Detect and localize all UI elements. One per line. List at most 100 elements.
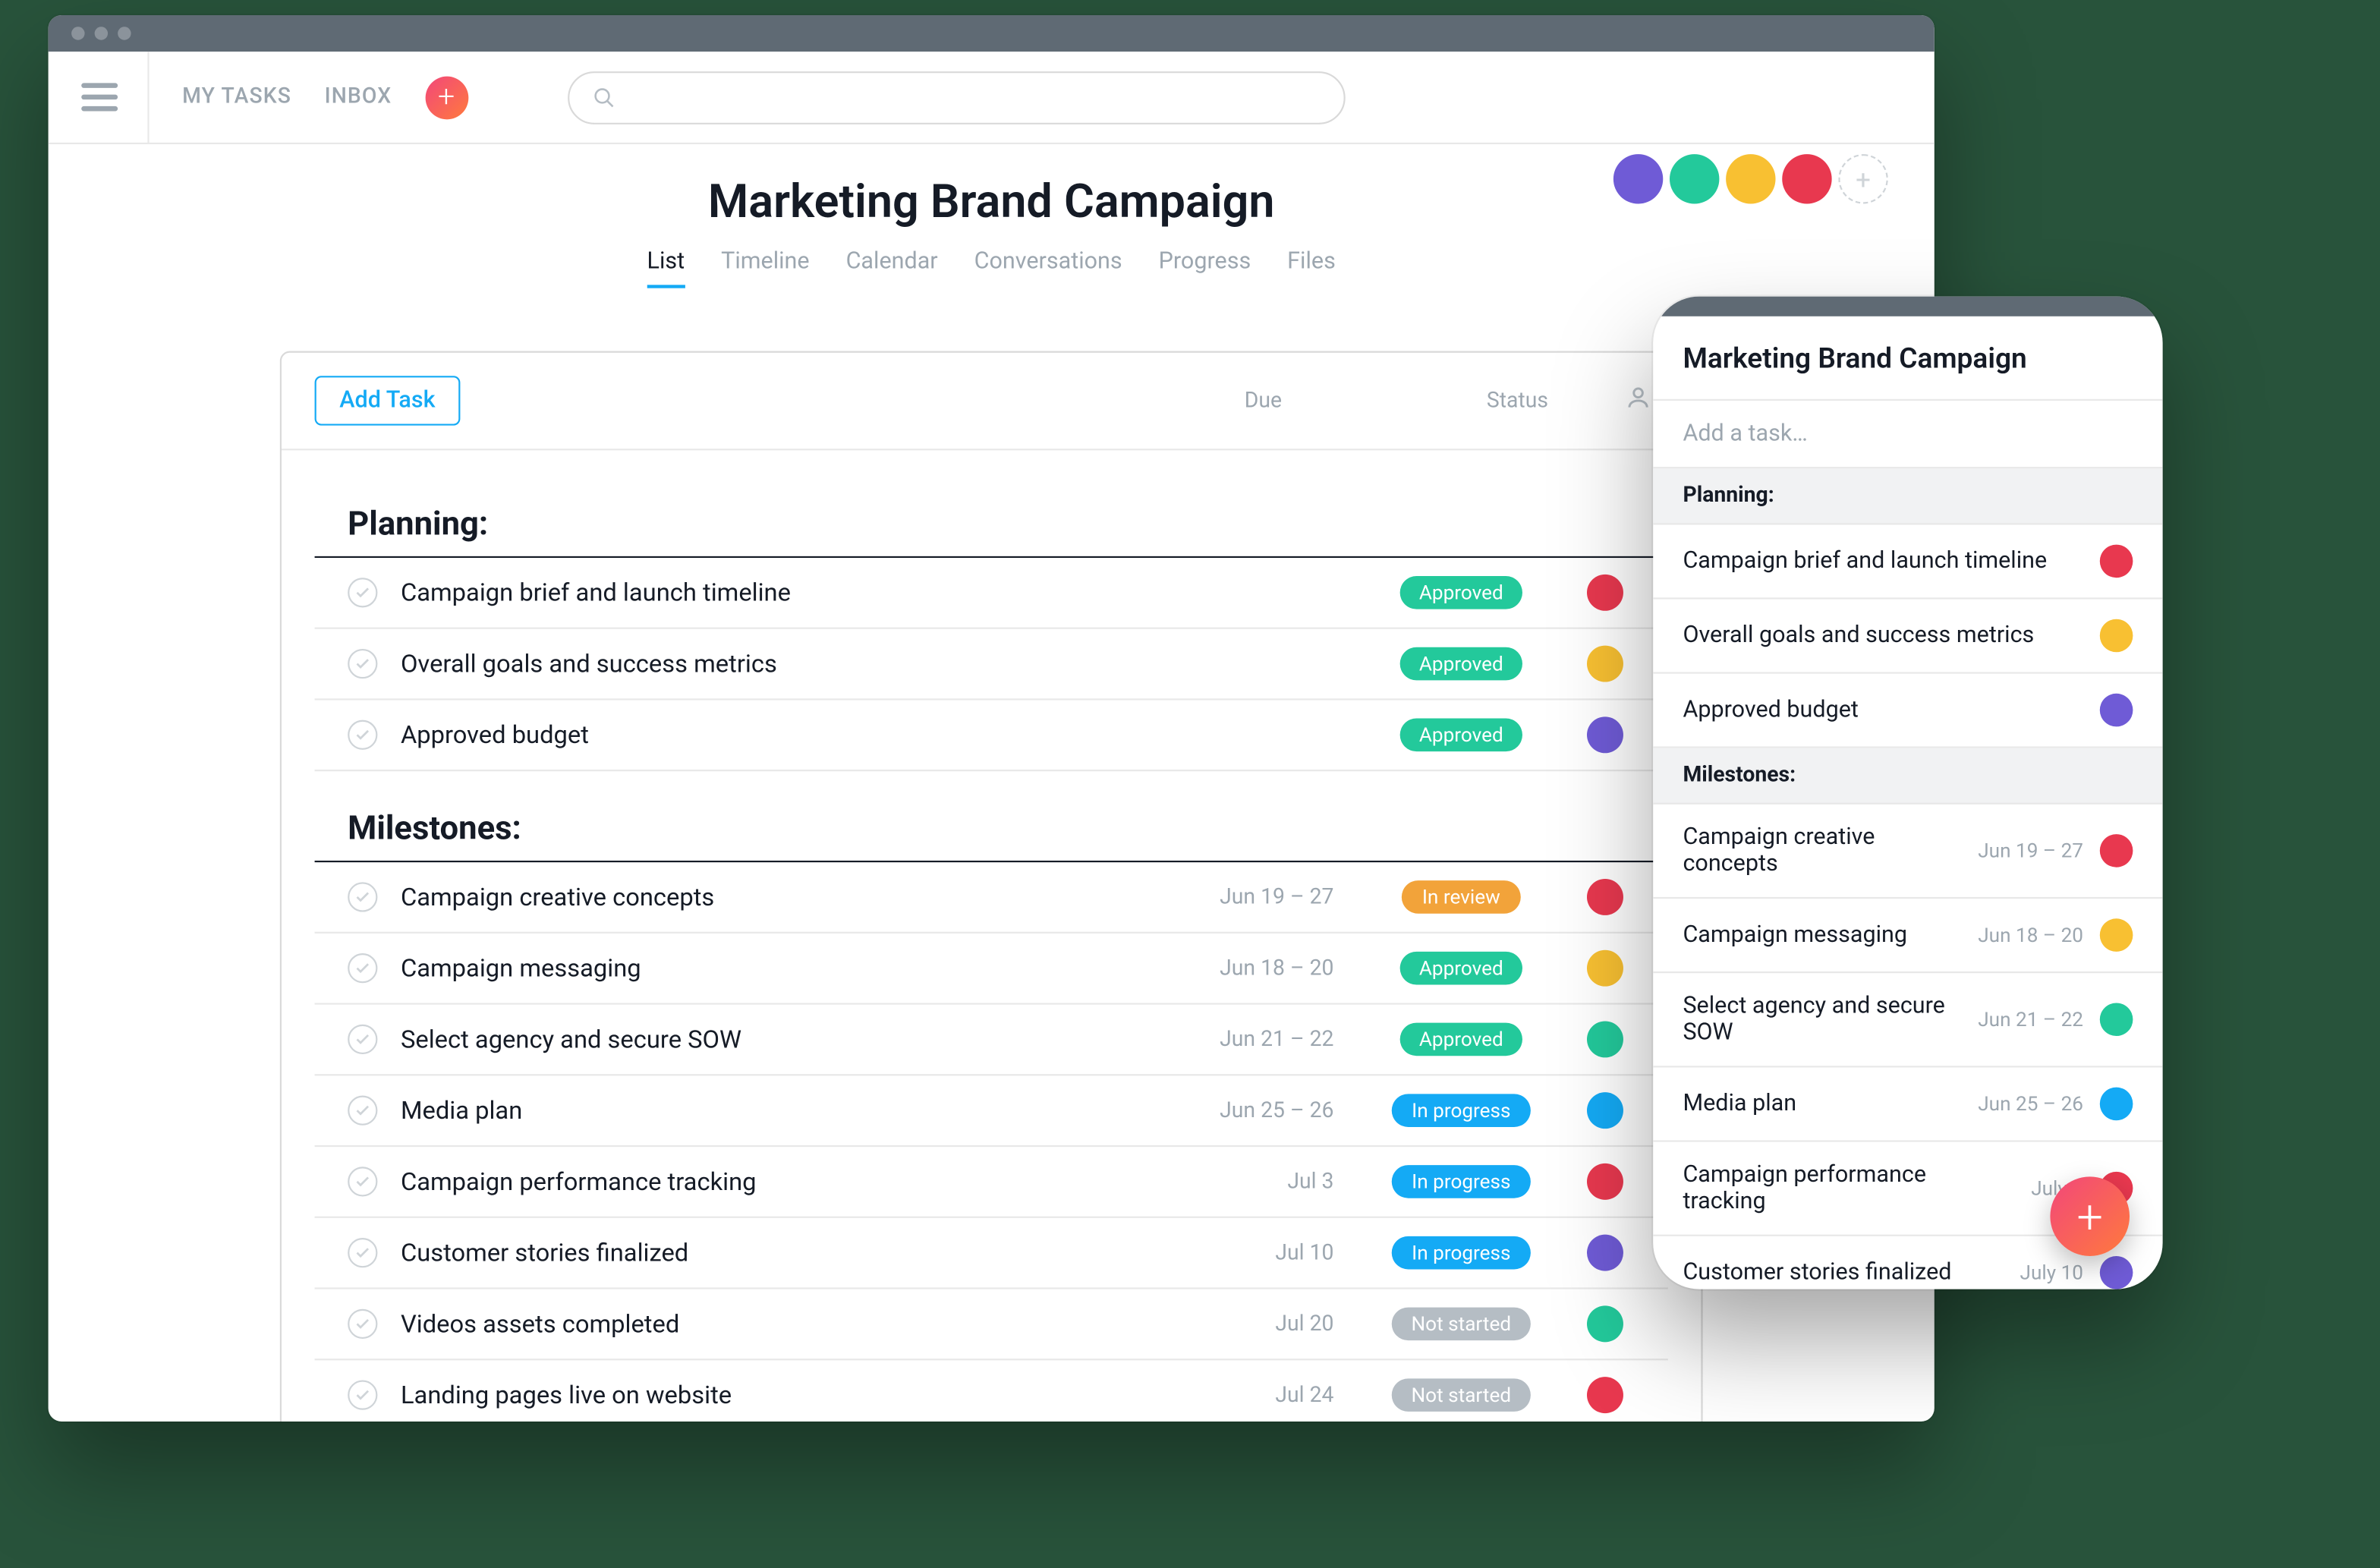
mobile-section-title[interactable]: Planning: — [1653, 468, 2162, 524]
hamburger-menu-icon[interactable] — [81, 51, 149, 143]
member-avatar[interactable] — [1613, 154, 1663, 203]
mobile-task-row[interactable]: Overall goals and success metrics — [1653, 600, 2162, 674]
status-pill[interactable]: In progress — [1392, 1094, 1531, 1127]
task-row[interactable]: Overall goals and success metrics Approve… — [315, 629, 1668, 701]
task-due: Jun 25 – 26 — [1165, 1098, 1347, 1123]
status-pill[interactable]: Not started — [1391, 1378, 1531, 1412]
assignee-avatar[interactable] — [1587, 1021, 1623, 1057]
complete-checkbox[interactable] — [348, 953, 377, 983]
status-pill[interactable]: Approved — [1399, 647, 1523, 681]
status-pill[interactable]: In review — [1402, 880, 1520, 914]
task-row[interactable]: Campaign messaging Jun 18 – 20 Approved — [315, 934, 1668, 1005]
assignee-avatar[interactable] — [1587, 1235, 1623, 1271]
complete-checkbox[interactable] — [348, 882, 377, 912]
mobile-assignee-avatar[interactable] — [2100, 694, 2133, 727]
add-task-button[interactable]: Add Task — [315, 376, 461, 425]
task-row[interactable]: Campaign performance trackingJul 3In pro… — [315, 1147, 1668, 1218]
assignee-avatar[interactable] — [1587, 1377, 1623, 1413]
complete-checkbox[interactable] — [348, 1381, 377, 1410]
tab-conversations[interactable]: Conversations — [974, 248, 1122, 288]
tab-timeline[interactable]: Timeline — [721, 248, 809, 288]
assignee-avatar[interactable] — [1587, 575, 1623, 611]
mobile-assignee-avatar[interactable] — [2100, 1088, 2133, 1121]
search-field[interactable] — [615, 83, 1320, 111]
section-title[interactable]: Milestones: — [315, 771, 1668, 862]
mobile-assignee-avatar[interactable] — [2100, 834, 2133, 867]
section-title[interactable]: Planning: — [315, 467, 1668, 558]
task-due: Jul 20 — [1165, 1311, 1347, 1337]
task-name: Overall goals and success metrics — [401, 649, 1142, 679]
assignee-avatar[interactable] — [1587, 716, 1623, 753]
complete-checkbox[interactable] — [348, 1025, 377, 1054]
nav-my-tasks[interactable]: MY TASKS — [182, 85, 291, 110]
project-header: Marketing Brand Campaign ListTimelineCal… — [49, 144, 1935, 301]
task-due: Jul 24 — [1165, 1383, 1347, 1408]
mobile-section-title[interactable]: Milestones: — [1653, 748, 2162, 804]
mobile-task-row[interactable]: Select agency and secure SOWJun 21 – 22 — [1653, 973, 2162, 1067]
assignee-avatar[interactable] — [1587, 1305, 1623, 1342]
task-name: Campaign messaging — [401, 953, 1142, 983]
complete-checkbox[interactable] — [348, 578, 377, 607]
member-avatar[interactable] — [1782, 154, 1831, 203]
status-pill[interactable]: In progress — [1392, 1236, 1531, 1270]
status-pill[interactable]: Approved — [1399, 719, 1523, 752]
mobile-assignee-avatar[interactable] — [2100, 1256, 2133, 1289]
task-row[interactable]: Campaign creative conceptsJun 19 – 27In … — [315, 862, 1668, 934]
mobile-add-task[interactable]: Add a task… — [1653, 399, 2162, 469]
search-icon — [592, 86, 615, 109]
task-row[interactable]: Customer stories finalizedJul 10In progr… — [315, 1218, 1668, 1289]
task-name: Videos assets completed — [401, 1309, 1142, 1339]
tab-files[interactable]: Files — [1287, 248, 1336, 288]
column-due: Due — [1245, 389, 1427, 414]
mobile-assignee-avatar[interactable] — [2100, 545, 2133, 578]
task-name: Approved budget — [401, 720, 1142, 750]
mobile-task-row[interactable]: Campaign brief and launch timeline — [1653, 524, 2162, 599]
complete-checkbox[interactable] — [348, 1167, 377, 1196]
complete-checkbox[interactable] — [348, 649, 377, 679]
mobile-task-row[interactable]: Campaign messaging Jun 18 – 20 — [1653, 899, 2162, 973]
topbar: MY TASKS INBOX + — [49, 52, 1935, 144]
member-avatar[interactable] — [1726, 154, 1775, 203]
mobile-task-row[interactable]: Campaign creative conceptsJun 19 – 27 — [1653, 804, 2162, 899]
complete-checkbox[interactable] — [348, 1309, 377, 1339]
task-row[interactable]: Media planJun 25 – 26In progress — [315, 1075, 1668, 1147]
task-row[interactable]: Landing pages live on websiteJul 24Not s… — [315, 1360, 1668, 1422]
mobile-task-name: Campaign messaging — [1683, 922, 1961, 949]
nav-inbox[interactable]: INBOX — [325, 85, 392, 110]
search-input[interactable] — [567, 71, 1345, 124]
status-pill[interactable]: Not started — [1391, 1308, 1531, 1341]
complete-checkbox[interactable] — [348, 720, 377, 750]
complete-checkbox[interactable] — [348, 1238, 377, 1267]
tab-list[interactable]: List — [647, 248, 685, 288]
mobile-task-row[interactable]: Media planJun 25 – 26 — [1653, 1067, 2162, 1141]
assignee-avatar[interactable] — [1587, 646, 1623, 682]
member-avatar[interactable] — [1670, 154, 1719, 203]
mobile-assignee-avatar[interactable] — [2100, 619, 2133, 653]
status-pill[interactable]: Approved — [1399, 952, 1523, 985]
status-pill[interactable]: In progress — [1392, 1165, 1531, 1198]
mobile-project-title: Marketing Brand Campaign — [1653, 316, 2162, 399]
mobile-task-row[interactable]: Approved budget — [1653, 674, 2162, 748]
complete-checkbox[interactable] — [348, 1096, 377, 1126]
assignee-avatar[interactable] — [1587, 1163, 1623, 1200]
status-pill[interactable]: Approved — [1399, 576, 1523, 609]
mobile-assignee-avatar[interactable] — [2100, 918, 2133, 952]
assignee-avatar[interactable] — [1587, 950, 1623, 987]
mobile-assignee-avatar[interactable] — [2100, 1003, 2133, 1036]
assignee-avatar[interactable] — [1587, 1092, 1623, 1129]
mobile-task-due: Jun 18 – 20 — [1978, 924, 2083, 947]
tab-progress[interactable]: Progress — [1159, 248, 1251, 288]
task-row[interactable]: Videos assets completed Jul 20 Not started — [315, 1289, 1668, 1361]
mobile-task-name: Overall goals and success metrics — [1683, 622, 2067, 649]
mobile-fab-create[interactable]: + — [2050, 1176, 2130, 1256]
task-row[interactable]: Select agency and secure SOWJun 21 – 22A… — [315, 1005, 1668, 1076]
task-row[interactable]: Campaign brief and launch timelineApprov… — [315, 558, 1668, 629]
add-member-button[interactable]: + — [1838, 154, 1887, 203]
global-create-button[interactable]: + — [425, 76, 468, 119]
tab-calendar[interactable]: Calendar — [846, 248, 938, 288]
assignee-avatar[interactable] — [1587, 879, 1623, 915]
task-row[interactable]: Approved budget Approved — [315, 701, 1668, 772]
task-due: Jun 18 – 20 — [1165, 956, 1347, 981]
mobile-task-name: Campaign creative concepts — [1683, 824, 1961, 877]
status-pill[interactable]: Approved — [1399, 1023, 1523, 1056]
